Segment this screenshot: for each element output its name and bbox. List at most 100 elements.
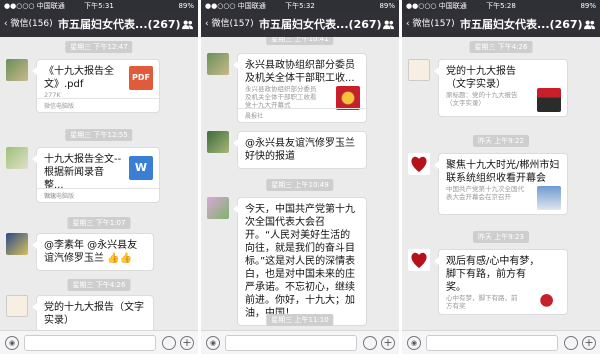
photo-thumbnail [537, 186, 561, 210]
link-card[interactable]: 聚焦十九大时光/郴州市妇联系统组织收看开幕会 中国共产党第十九次全国代表大会开幕… [434, 153, 568, 215]
emblem-thumbnail [336, 86, 360, 110]
back-label: 微信(156) [10, 19, 53, 29]
input-bar: ◉ + [402, 330, 600, 354]
file-source: 微信电脑版 [37, 188, 159, 202]
file-title: 《十九大报告全文》.pdf [44, 66, 114, 90]
link-card[interactable]: 永兴县政协组织部分委员及机关全体干部职工收... 永兴县政协组织部分委员及机关全… [233, 53, 367, 123]
group-members-icon[interactable] [584, 19, 595, 30]
back-button[interactable]: ‹ 微信(156) [4, 12, 53, 37]
link-summary: 原标题：党的十九大报告（文字实录） [446, 91, 518, 107]
message-text: 党的十九大报告（文字实录） [44, 302, 144, 326]
message-file[interactable]: 十九大报告全文--根据新闻录音整... 70K W 微信电脑版 [6, 147, 192, 205]
message-text: 今天，中国共产党第十九次全国代表大会召开。“人民对美好生活的向往，就是我们的奋斗… [245, 204, 356, 319]
message-link[interactable]: 观后有感/心中有梦，脚下有路，前方有奖。 心中有梦，脚下有路，前方有奖 [408, 249, 594, 319]
battery-label: 89% [379, 2, 395, 10]
link-source: 晨报社 [238, 108, 366, 122]
chat-screen-2: ●●○○○ 中国联通 下午5:32 89% ‹ 微信(157) 市五届妇女代表.… [201, 0, 399, 354]
input-bar: ◉ + [201, 330, 399, 354]
timestamp: 星期三 下午12:55 [65, 129, 133, 141]
chat-title: 市五届妇女代表...(267) [259, 18, 382, 31]
text-bubble[interactable]: 今天，中国共产党第十九次全国代表大会召开。“人民对美好生活的向往，就是我们的奋斗… [233, 197, 367, 326]
plus-icon[interactable]: + [180, 336, 194, 350]
text-bubble[interactable]: @李素年 @永兴县友谊汽修罗玉兰 👍👍 [32, 233, 154, 271]
clock: 下午5:28 [486, 2, 516, 10]
message-file[interactable]: 《十九大报告全文》.pdf 277K PDF 微信电脑版 [6, 59, 192, 117]
voice-icon[interactable]: ◉ [5, 336, 19, 350]
link-title: 聚焦十九大时光/郴州市妇联系统组织收看开幕会 [446, 160, 560, 184]
emoji-icon[interactable] [162, 336, 176, 350]
message-link[interactable]: 聚焦十九大时光/郴州市妇联系统组织收看开幕会 中国共产党第十九次全国代表大会开幕… [408, 153, 594, 219]
input-bar: ◉ + [0, 330, 198, 354]
status-bar: ●●○○○ 中国联通 下午5:32 89% [201, 0, 399, 12]
back-label: 微信(157) [211, 19, 254, 29]
avatar[interactable] [6, 233, 28, 255]
nav-bar: ‹ 微信(157) 市五届妇女代表...(267) [402, 12, 600, 37]
file-source: 微信电脑版 [37, 98, 159, 112]
voice-icon[interactable]: ◉ [407, 336, 421, 350]
link-title: 党的十九大报告（文字实录） [446, 66, 516, 90]
message-link[interactable]: 永兴县政协组织部分委员及机关全体干部职工收... 永兴县政协组织部分委员及机关全… [207, 53, 393, 125]
back-button[interactable]: ‹ 微信(157) [406, 12, 455, 37]
nav-bar: ‹ 微信(156) 市五届妇女代表...(267) [0, 12, 198, 37]
timestamp: 昨天 上午9:23 [473, 231, 529, 243]
timestamp: 星期三 上午10:49 [266, 179, 334, 191]
photo-thumbnail [537, 88, 561, 112]
timestamp: 星期三 上午11:10 [266, 314, 334, 326]
message-text[interactable]: 今天，中国共产党第十九次全国代表大会召开。“人民对美好生活的向往，就是我们的奋斗… [207, 197, 393, 329]
message-text[interactable]: @永兴县友谊汽修罗玉兰 好快的报道 [207, 131, 393, 171]
link-title: 永兴县政协组织部分委员及机关全体干部职工收... [245, 60, 355, 84]
emoji-icon[interactable] [363, 336, 377, 350]
file-card[interactable]: 十九大报告全文--根据新闻录音整... 70K W 微信电脑版 [32, 147, 160, 203]
link-summary: 永兴县政协组织部分委员及机关全体干部职工收看党十九大开幕式 [245, 85, 317, 109]
avatar[interactable] [207, 131, 229, 153]
pdf-icon: PDF [129, 66, 153, 90]
thumbs-up-emoji: 👍👍 [107, 253, 133, 264]
message-input[interactable] [225, 335, 357, 351]
avatar[interactable] [207, 197, 229, 219]
file-title: 十九大报告全文--根据新闻录音整... [44, 154, 122, 191]
message-list[interactable]: 星期三 下午4:26 党的十九大报告（文字实录） 原标题：党的十九大报告（文字实… [402, 37, 600, 330]
heart-avatar[interactable] [408, 153, 430, 175]
link-card[interactable]: 观后有感/心中有梦，脚下有路，前方有奖。 心中有梦，脚下有路，前方有奖 [434, 249, 568, 315]
status-bar: ●●○○○ 中国联通 下午5:31 89% [0, 0, 198, 12]
plus-icon[interactable]: + [381, 336, 395, 350]
file-card[interactable]: 《十九大报告全文》.pdf 277K PDF 微信电脑版 [32, 59, 160, 113]
chat-title: 市五届妇女代表...(267) [460, 18, 583, 31]
battery-label: 89% [178, 2, 194, 10]
message-input[interactable] [24, 335, 156, 351]
message-list[interactable]: 星期三 上午10:41 永兴县政协组织部分委员及机关全体干部职工收... 永兴县… [201, 37, 399, 330]
heart-avatar[interactable] [408, 249, 430, 271]
avatar[interactable] [207, 53, 229, 75]
link-summary: 中国共产党第十九次全国代表大会开幕会在京召开 [446, 185, 524, 201]
chat-screen-3: ●●○○○ 中国联通 下午5:28 89% ‹ 微信(157) 市五届妇女代表.… [402, 0, 600, 354]
avatar[interactable] [6, 295, 28, 317]
link-title: 观后有感/心中有梦，脚下有路，前方有奖。 [446, 256, 540, 293]
message-text[interactable]: 党的十九大报告（文字实录） [6, 295, 192, 330]
link-card[interactable]: 党的十九大报告（文字实录） 原标题：党的十九大报告（文字实录） [434, 59, 568, 117]
message-input[interactable] [426, 335, 558, 351]
text-bubble[interactable]: 党的十九大报告（文字实录） [32, 295, 154, 330]
word-icon: W [129, 156, 153, 180]
chat-title: 市五届妇女代表...(267) [58, 18, 181, 31]
timestamp: 星期三 上午10:41 [266, 37, 334, 45]
nav-bar: ‹ 微信(157) 市五届妇女代表...(267) [201, 12, 399, 37]
avatar[interactable] [6, 147, 28, 169]
avatar[interactable] [408, 59, 430, 81]
timestamp: 星期三 下午12:47 [65, 41, 133, 53]
chat-screen-1: ●●○○○ 中国联通 下午5:31 89% ‹ 微信(156) 市五届妇女代表.… [0, 0, 198, 354]
clock: 下午5:32 [285, 2, 315, 10]
back-button[interactable]: ‹ 微信(157) [205, 12, 254, 37]
group-members-icon[interactable] [182, 19, 193, 30]
message-text[interactable]: @李素年 @永兴县友谊汽修罗玉兰 👍👍 [6, 233, 192, 271]
avatar[interactable] [6, 59, 28, 81]
map-thumbnail [537, 286, 561, 310]
message-link[interactable]: 党的十九大报告（文字实录） 原标题：党的十九大报告（文字实录） [408, 59, 594, 121]
message-list[interactable]: 星期三 下午12:47 《十九大报告全文》.pdf 277K PDF 微信电脑版… [0, 37, 198, 330]
text-bubble[interactable]: @永兴县友谊汽修罗玉兰 好快的报道 [233, 131, 367, 169]
message-text: @永兴县友谊汽修罗玉兰 好快的报道 [245, 138, 355, 162]
plus-icon[interactable]: + [582, 336, 596, 350]
timestamp: 星期三 下午4:26 [469, 41, 533, 53]
group-members-icon[interactable] [383, 19, 394, 30]
voice-icon[interactable]: ◉ [206, 336, 220, 350]
emoji-icon[interactable] [564, 336, 578, 350]
